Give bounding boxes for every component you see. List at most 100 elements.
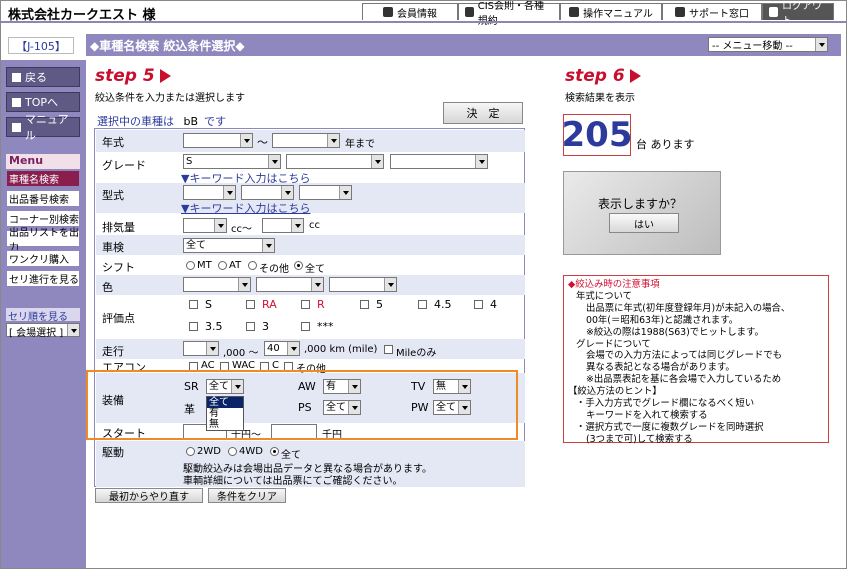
chevron-down-icon bbox=[311, 278, 323, 291]
grade-label: グレード bbox=[102, 159, 146, 172]
eval-4-checkbox[interactable] bbox=[474, 300, 483, 309]
arrow-right-icon bbox=[159, 69, 171, 83]
nav-member-info[interactable]: 会員情報 bbox=[362, 3, 458, 20]
grade-select-1[interactable]: S bbox=[183, 154, 281, 169]
eval-4-5-checkbox[interactable] bbox=[418, 300, 427, 309]
decide-button[interactable]: 決 定 bbox=[443, 102, 523, 124]
drive-all-radio[interactable] bbox=[270, 447, 279, 456]
sr-option-no[interactable]: 無 bbox=[207, 419, 243, 430]
nav-support[interactable]: サポート窓口 bbox=[662, 3, 762, 20]
sidebar-item-auction-progress[interactable]: セリ進行を見る bbox=[6, 270, 80, 287]
model-code-row: 型式 ▼キーワード入力はこちら bbox=[96, 183, 525, 216]
year-to-select[interactable] bbox=[272, 133, 340, 148]
sidebar-item-one-click[interactable]: ワンクリ購入 bbox=[6, 250, 80, 267]
header-divider bbox=[0, 21, 847, 23]
equipment-highlight bbox=[86, 370, 518, 440]
nav-logout[interactable]: ログアウト bbox=[762, 1, 834, 27]
shift-all-radio[interactable] bbox=[294, 261, 303, 270]
grade-row: グレード S ▼キーワード入力はこちら bbox=[96, 153, 525, 185]
top-button[interactable]: TOPへ bbox=[6, 92, 80, 112]
sidebar-item-model-search[interactable]: 車種名検索 bbox=[6, 170, 80, 187]
notes-panel: ◆絞込み時の注意事項 年式について 出品票に年式(初年度登録年月)が未記入の場合… bbox=[563, 275, 829, 445]
sidebar-item-lot-search[interactable]: 出品番号検索 bbox=[6, 190, 80, 207]
back-button[interactable]: 戻る bbox=[6, 67, 80, 87]
home-icon bbox=[12, 97, 21, 107]
chevron-down-icon bbox=[327, 134, 339, 147]
grade-select-3[interactable] bbox=[390, 154, 488, 169]
drive-2wd-radio[interactable] bbox=[186, 447, 195, 456]
color-select-3[interactable] bbox=[329, 277, 397, 292]
drive-4wd-radio[interactable] bbox=[228, 447, 237, 456]
model-code-select-3[interactable] bbox=[299, 185, 352, 200]
mile-only-checkbox[interactable] bbox=[384, 345, 393, 354]
grade-select-2[interactable] bbox=[286, 154, 384, 169]
menu-move-select[interactable]: -- メニュー移動 -- bbox=[708, 37, 828, 52]
eval-ra-checkbox[interactable] bbox=[246, 300, 255, 309]
chevron-down-icon bbox=[223, 186, 235, 199]
sr-option-yes[interactable]: 有 bbox=[207, 408, 243, 419]
chevron-down-icon bbox=[67, 324, 79, 336]
club-icon bbox=[383, 7, 393, 17]
shift-at-radio[interactable] bbox=[218, 261, 227, 270]
displacement-from-select[interactable] bbox=[183, 218, 227, 233]
mileage-label: 走行 bbox=[102, 345, 124, 358]
yes-button[interactable]: はい bbox=[609, 213, 679, 233]
year-row: 年式 ～ 年まで bbox=[96, 130, 525, 152]
step5-heading: step 5 bbox=[95, 66, 171, 86]
color-select-2[interactable] bbox=[256, 277, 324, 292]
eval-3-5-checkbox[interactable] bbox=[189, 322, 198, 331]
shaken-row: 車検 全て bbox=[96, 235, 525, 255]
eval-stars-checkbox[interactable] bbox=[301, 322, 310, 331]
eval-3-checkbox[interactable] bbox=[246, 322, 255, 331]
displacement-label: 排気量 bbox=[102, 221, 135, 234]
model-code-select-2[interactable] bbox=[241, 185, 294, 200]
venue-select[interactable]: [ 会場選択 ] bbox=[6, 323, 80, 339]
color-select-1[interactable] bbox=[183, 277, 251, 292]
shift-other-radio[interactable] bbox=[248, 261, 257, 270]
eval-s-checkbox[interactable] bbox=[189, 300, 198, 309]
chevron-down-icon bbox=[815, 38, 827, 51]
chevron-down-icon bbox=[287, 342, 299, 355]
model-code-keyword-link[interactable]: ▼キーワード入力はこちら bbox=[181, 200, 310, 216]
arrow-right-icon bbox=[629, 69, 641, 83]
restart-button[interactable]: 最初からやり直す bbox=[95, 488, 203, 503]
mileage-from-select[interactable] bbox=[183, 341, 219, 356]
nav-manual[interactable]: 操作マニュアル bbox=[560, 3, 662, 20]
chevron-down-icon bbox=[214, 219, 226, 232]
displacement-to-select[interactable] bbox=[262, 218, 304, 233]
clear-button[interactable]: 条件をクリア bbox=[208, 488, 286, 503]
year-from-select[interactable] bbox=[183, 133, 253, 148]
shift-mt-radio[interactable] bbox=[186, 261, 195, 270]
logout-icon bbox=[769, 7, 778, 17]
step6-subtitle: 検索結果を表示 bbox=[565, 93, 635, 104]
document-icon bbox=[465, 7, 474, 17]
top-nav: 会員情報 CIS会則・各種規約 操作マニュアル サポート窓口 ログアウト bbox=[362, 1, 834, 27]
color-row: 色 bbox=[96, 275, 525, 295]
chevron-down-icon bbox=[281, 186, 293, 199]
shaken-label: 車検 bbox=[102, 241, 124, 254]
question-icon bbox=[12, 122, 21, 132]
page-title: ◆車種名検索 絞込条件選択◆ bbox=[90, 39, 245, 53]
sidebar-item-export-list[interactable]: 出品リストを出力 bbox=[6, 228, 80, 254]
drive-label: 駆動 bbox=[102, 446, 124, 459]
chevron-down-icon bbox=[206, 342, 218, 355]
drive-row: 駆動 2WD 4WD 全て 駆動絞込みは会場出品データと異なる場合があります。 … bbox=[96, 441, 525, 487]
shaken-select[interactable]: 全て bbox=[183, 238, 275, 253]
manual-button[interactable]: マニュアル bbox=[6, 113, 80, 142]
eval-5-checkbox[interactable] bbox=[360, 300, 369, 309]
eval-r-checkbox[interactable] bbox=[301, 300, 310, 309]
step6-heading: step 6 bbox=[565, 66, 641, 86]
menu-heading: Menu bbox=[6, 154, 80, 169]
mileage-to-select[interactable]: 40 bbox=[264, 341, 300, 356]
chevron-down-icon bbox=[371, 155, 383, 168]
chevron-down-icon bbox=[384, 278, 396, 291]
chevron-down-icon bbox=[291, 219, 303, 232]
chevron-down-icon bbox=[339, 186, 351, 199]
show-results-question: 表示しますか？ bbox=[598, 197, 683, 211]
sr-dropdown-list: 全て 有 無 bbox=[206, 396, 244, 431]
chevron-down-icon bbox=[268, 155, 280, 168]
sr-option-all[interactable]: 全て bbox=[207, 397, 243, 408]
nav-rules[interactable]: CIS会則・各種規約 bbox=[458, 1, 560, 27]
model-code-select-1[interactable] bbox=[183, 185, 236, 200]
chevron-down-icon bbox=[262, 239, 274, 252]
